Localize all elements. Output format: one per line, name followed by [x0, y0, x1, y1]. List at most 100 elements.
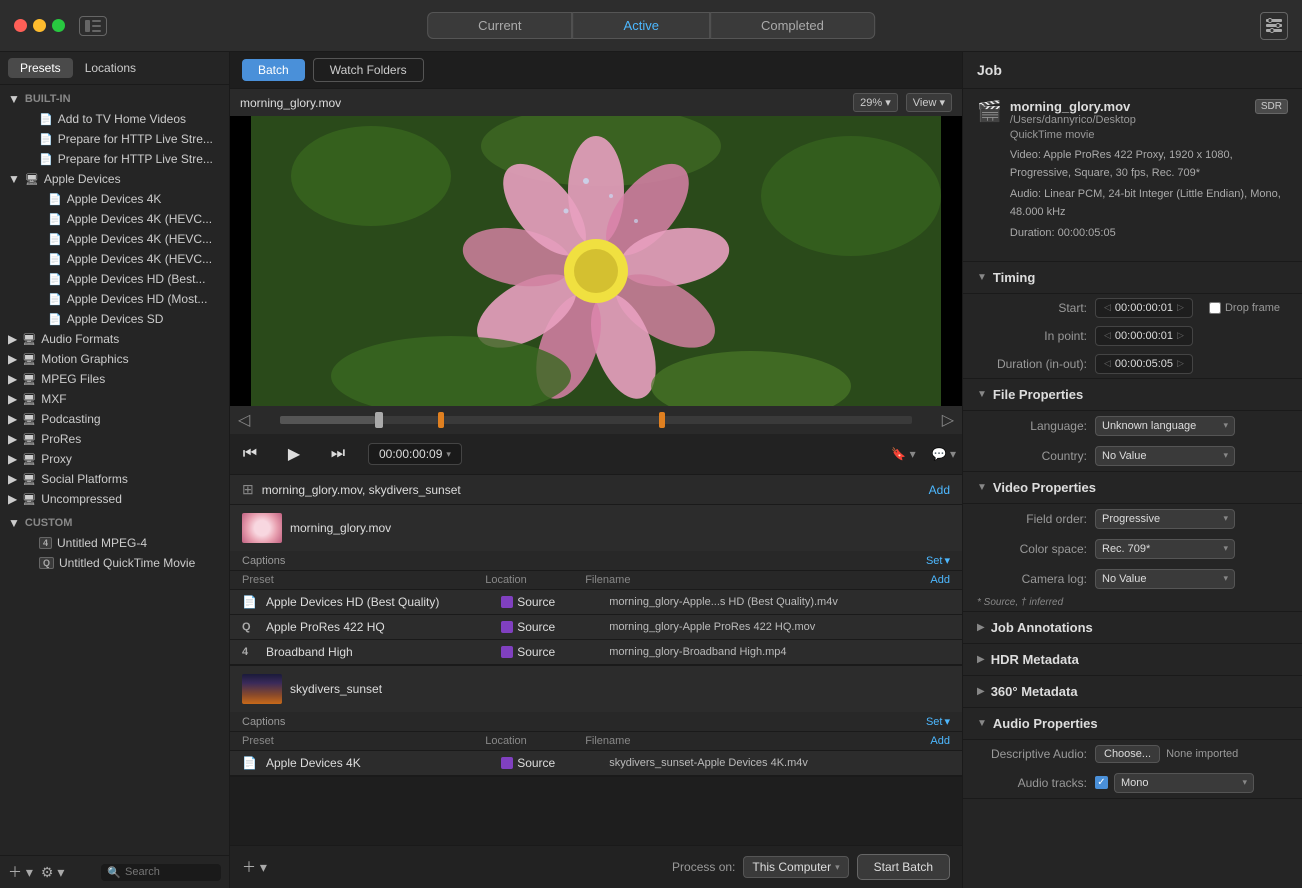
gear-button[interactable]: ⚙ ▾ — [41, 862, 64, 882]
go-to-start-button[interactable]: ⏮ — [236, 440, 264, 468]
sidebar-item-proxy[interactable]: ▶ 🖥 Proxy — [0, 449, 229, 469]
process-selector[interactable]: This Computer ▾ — [743, 856, 848, 878]
export-settings-button[interactable] — [1260, 12, 1288, 40]
color-space-select[interactable]: Rec. 709* ▾ — [1095, 539, 1235, 559]
language-select[interactable]: Unknown language ▾ — [1095, 416, 1235, 436]
camera-log-select[interactable]: No Value ▾ — [1095, 569, 1235, 589]
chevron: ▶ — [8, 392, 17, 406]
sidebar-item-apple-4k[interactable]: 📄 Apple Devices 4K — [28, 189, 229, 209]
batch-button[interactable]: Batch — [242, 59, 305, 81]
set-button[interactable]: Set ▾ — [926, 554, 950, 567]
sidebar-bottom-left: ＋ ▾ ⚙ ▾ — [8, 862, 64, 882]
go-to-end-button[interactable]: ⏭ — [324, 440, 352, 468]
time-display[interactable]: 00:00:00:09 ▾ — [368, 443, 462, 465]
preset-row-0-0[interactable]: 📄 Apple Devices HD (Best Quality) Source… — [230, 590, 962, 615]
sidebar-item-apple-4k-hevc1[interactable]: 📄 Apple Devices 4K (HEVC... — [28, 209, 229, 229]
add-preset-button[interactable]: ＋ ▾ — [8, 862, 33, 882]
job-item-header[interactable]: morning_glory.mov — [230, 505, 962, 551]
timing-arrow-up2[interactable]: ▷ — [1177, 330, 1184, 341]
section-video-properties[interactable]: ▼ Video Properties — [963, 472, 1302, 504]
start-batch-button[interactable]: Start Batch — [857, 854, 950, 880]
sidebar-item-tv-home[interactable]: 📄 Add to TV Home Videos — [0, 109, 229, 129]
sidebar-item-mpeg[interactable]: ▶ 🖥 MPEG Files — [0, 369, 229, 389]
sidebar-item-apple-hd-most[interactable]: 📄 Apple Devices HD (Most... — [28, 289, 229, 309]
choose-button[interactable]: Choose... — [1095, 745, 1160, 763]
play-button[interactable]: ▶ — [280, 440, 308, 468]
marker-in[interactable] — [438, 412, 444, 428]
timing-arrow-down[interactable]: ◁ — [1104, 302, 1111, 313]
tab-completed[interactable]: Completed — [710, 12, 875, 39]
sidebar-item-podcasting[interactable]: ▶ 🖥 Podcasting — [0, 409, 229, 429]
watch-folders-button[interactable]: Watch Folders — [313, 58, 424, 82]
chevron: ▶ — [8, 472, 17, 486]
add-link[interactable]: Add — [929, 483, 950, 497]
fullscreen-button[interactable] — [52, 19, 65, 32]
bookmark-button[interactable]: 🔖 ▾ — [891, 447, 915, 461]
view-button[interactable]: View ▾ — [906, 93, 952, 112]
timing-duration-value[interactable]: ◁ 00:00:05:05 ▷ — [1095, 354, 1193, 374]
preset-row-1-0[interactable]: 📄 Apple Devices 4K Source skydivers_suns… — [230, 751, 962, 776]
add-preset-link[interactable]: Add — [930, 574, 950, 586]
close-button[interactable] — [14, 19, 27, 32]
country-select[interactable]: No Value ▾ — [1095, 446, 1235, 466]
section-audio[interactable]: ▼ Audio Properties — [963, 708, 1302, 740]
timing-start-value[interactable]: ◁ 00:00:00:01 ▷ — [1095, 298, 1193, 318]
sidebar-item-http1[interactable]: 📄 Prepare for HTTP Live Stre... — [0, 129, 229, 149]
timing-inpoint-value[interactable]: ◁ 00:00:00:01 ▷ — [1095, 326, 1193, 346]
sidebar-item-mxf[interactable]: ▶ 🖥 MXF — [0, 389, 229, 409]
timeline-end-icon[interactable]: ▷ — [942, 410, 954, 430]
section-timing[interactable]: ▼ Timing — [963, 262, 1302, 294]
tab-active[interactable]: Active — [573, 12, 710, 39]
audio-track-checkbox[interactable]: ✓ — [1095, 776, 1108, 789]
tab-presets[interactable]: Presets — [8, 58, 73, 78]
timeline-start-icon[interactable]: ◁ — [238, 410, 250, 430]
custom-section[interactable]: ▼ CUSTOM — [0, 513, 229, 533]
sidebar-item-apple-devices[interactable]: ▼ 🖥 Apple Devices — [0, 169, 229, 189]
sidebar-item-label: MPEG Files — [41, 372, 105, 386]
timing-arrow-up[interactable]: ▷ — [1177, 302, 1184, 313]
zoom-button[interactable]: 29% ▾ — [853, 93, 898, 112]
section-360[interactable]: ▶ 360° Metadata — [963, 676, 1302, 708]
preset-row-0-2[interactable]: 4 Broadband High Source morning_glory-Br… — [230, 640, 962, 665]
timeline-marker[interactable] — [375, 412, 383, 428]
sidebar-item-label: Social Platforms — [41, 472, 128, 486]
sidebar-item-apple-hd-best[interactable]: 📄 Apple Devices HD (Best... — [28, 269, 229, 289]
title-bar: Current Active Completed — [0, 0, 1302, 52]
marker-out[interactable] — [659, 412, 665, 428]
sidebar-item-apple-4k-hevc2[interactable]: 📄 Apple Devices 4K (HEVC... — [28, 229, 229, 249]
add-job-button[interactable]: ＋ ▾ — [242, 857, 267, 877]
timing-arrow-down2[interactable]: ◁ — [1104, 330, 1111, 341]
sidebar-item-mpeg4[interactable]: 4 Untitled MPEG-4 — [0, 533, 229, 553]
sidebar-item-social[interactable]: ▶ 🖥 Social Platforms — [0, 469, 229, 489]
sidebar-item-quicktime[interactable]: Q Untitled QuickTime Movie — [0, 553, 229, 573]
sidebar-toggle[interactable] — [79, 16, 107, 36]
drop-frame-checkbox[interactable] — [1209, 302, 1221, 314]
sidebar-item-label: Apple Devices 4K (HEVC... — [67, 252, 212, 266]
speech-bubble-button[interactable]: 💬 ▾ — [932, 447, 956, 461]
tab-current[interactable]: Current — [427, 12, 572, 39]
job-item-header-2[interactable]: skydivers_sunset — [230, 666, 962, 712]
preset-row-0-1[interactable]: Q Apple ProRes 422 HQ Source morning_glo… — [230, 615, 962, 640]
add-preset-link-2[interactable]: Add — [930, 735, 950, 747]
search-input[interactable] — [125, 866, 215, 878]
timing-arrow-down3[interactable]: ◁ — [1104, 358, 1111, 369]
section-file-properties[interactable]: ▼ File Properties — [963, 379, 1302, 411]
sidebar-item-prores[interactable]: ▶ 🖥 ProRes — [0, 429, 229, 449]
tab-locations[interactable]: Locations — [73, 58, 148, 78]
section-job-annotations[interactable]: ▶ Job Annotations — [963, 612, 1302, 644]
sidebar-item-apple-4k-hevc3[interactable]: 📄 Apple Devices 4K (HEVC... — [28, 249, 229, 269]
section-hdr[interactable]: ▶ HDR Metadata — [963, 644, 1302, 676]
minimize-button[interactable] — [33, 19, 46, 32]
sidebar-item-http2[interactable]: 📄 Prepare for HTTP Live Stre... — [0, 149, 229, 169]
built-in-section[interactable]: ▼ BUILT-IN — [0, 89, 229, 109]
field-order-select[interactable]: Progressive ▾ — [1095, 509, 1235, 529]
sidebar-item-apple-sd[interactable]: 📄 Apple Devices SD — [28, 309, 229, 329]
mpeg4-icon: 4 — [39, 537, 52, 549]
set-button-2[interactable]: Set ▾ — [926, 715, 950, 728]
sidebar-item-uncompressed[interactable]: ▶ 🖥 Uncompressed — [0, 489, 229, 509]
timing-arrow-up3[interactable]: ▷ — [1177, 358, 1184, 369]
timeline-track[interactable] — [280, 416, 911, 424]
sidebar-item-audio-formats[interactable]: ▶ 🖥 Audio Formats — [0, 329, 229, 349]
sidebar-item-motion-graphics[interactable]: ▶ 🖥 Motion Graphics — [0, 349, 229, 369]
audio-tracks-select[interactable]: Mono ▾ — [1114, 773, 1254, 793]
